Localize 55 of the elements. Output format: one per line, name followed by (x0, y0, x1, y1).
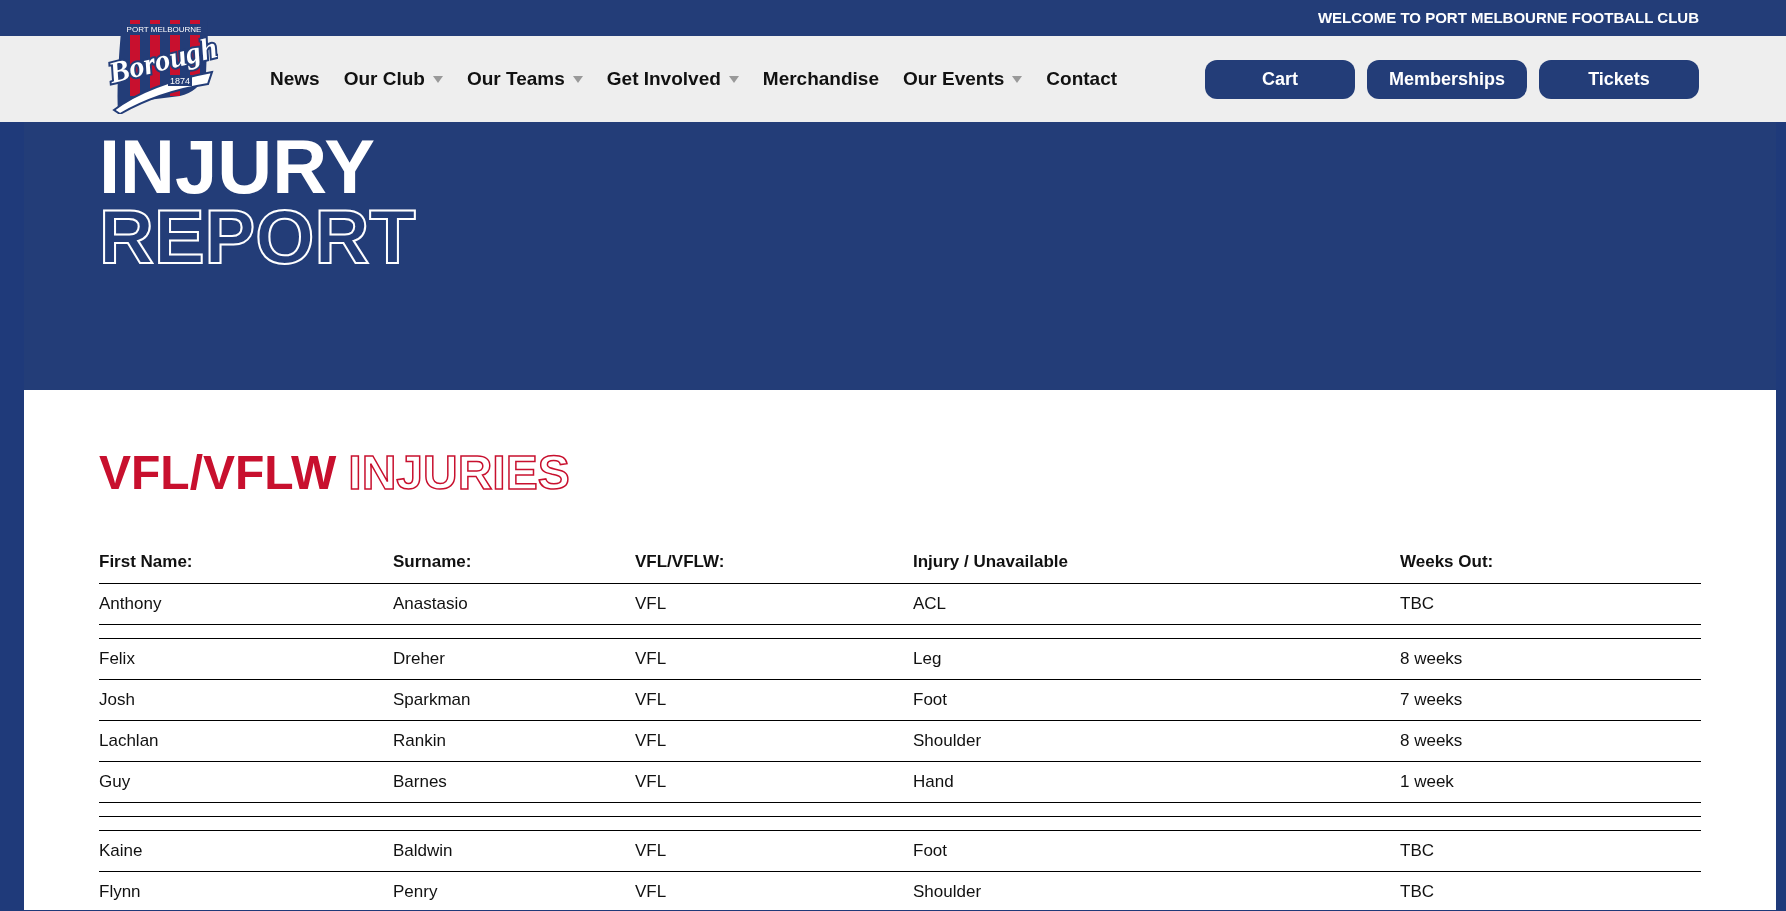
table-cell: Josh (99, 679, 393, 720)
nav-link[interactable]: Our Events (902, 64, 1023, 94)
table-cell: VFL (635, 679, 913, 720)
table-cell: VFL (635, 720, 913, 761)
section-title: VFL/VFLW (99, 445, 337, 501)
table-cell: Shoulder (913, 871, 1400, 911)
table-cell: Leg (913, 638, 1400, 679)
table-cell: Lachlan (99, 720, 393, 761)
page-title: INJURY (99, 132, 376, 202)
nav-link[interactable]: News (270, 64, 320, 94)
header-button[interactable]: Memberships (1367, 59, 1527, 99)
column-header: Weeks Out: (1400, 549, 1701, 583)
table-cell: VFL (635, 830, 913, 871)
section-subtitle: INJURIES (348, 445, 570, 501)
table-cell: 1 week (1400, 761, 1701, 802)
column-header: Surname: (393, 549, 635, 583)
table-cell: Kaine (99, 830, 393, 871)
table-cell: 8 weeks (1400, 720, 1701, 761)
column-header: Injury / Unavailable (913, 549, 1400, 583)
nav-link[interactable]: Contact (1046, 64, 1118, 94)
table-cell: TBC (1400, 583, 1701, 624)
table-cell: VFL (635, 583, 913, 624)
table-cell: Hand (913, 761, 1400, 802)
table-cell: VFL (635, 761, 913, 802)
table-cell: Shoulder (913, 720, 1400, 761)
table-cell: TBC (1400, 871, 1701, 911)
table-cell: Penry (393, 871, 635, 911)
table-cell: Sparkman (393, 679, 635, 720)
table-cell: TBC (1400, 830, 1701, 871)
table-cell: ACL (913, 583, 1400, 624)
table-cell: Flynn (99, 871, 393, 911)
table-cell: Felix (99, 638, 393, 679)
table-cell: Anastasio (393, 583, 635, 624)
table-cell: Foot (913, 679, 1400, 720)
table-cell: 8 weeks (1400, 638, 1701, 679)
column-header: VFL/VFLW: (635, 549, 913, 583)
nav-link[interactable]: Our Club (343, 64, 443, 94)
nav-link[interactable]: Our Teams (466, 64, 583, 94)
table-cell: Guy (99, 761, 393, 802)
table-cell: Rankin (393, 720, 635, 761)
header-button[interactable]: Cart (1205, 59, 1355, 99)
table-cell: 7 weeks (1400, 679, 1701, 720)
table-cell: Dreher (393, 638, 635, 679)
nav-link[interactable]: Get Involved (606, 64, 739, 94)
page-subtitle: REPORT (99, 202, 417, 272)
nav-link[interactable]: Merchandise (762, 64, 879, 94)
column-header: First Name: (99, 549, 393, 583)
table-cell: Baldwin (393, 830, 635, 871)
header-button[interactable]: Tickets (1539, 59, 1699, 99)
table-cell: Barnes (393, 761, 635, 802)
table-cell: Anthony (99, 583, 393, 624)
table-cell: VFL (635, 871, 913, 911)
table-cell: Foot (913, 830, 1400, 871)
table-cell: VFL (635, 638, 913, 679)
welcome-text: WELCOME TO PORT MELBOURNE FOOTBALL CLUB (1317, 7, 1699, 28)
